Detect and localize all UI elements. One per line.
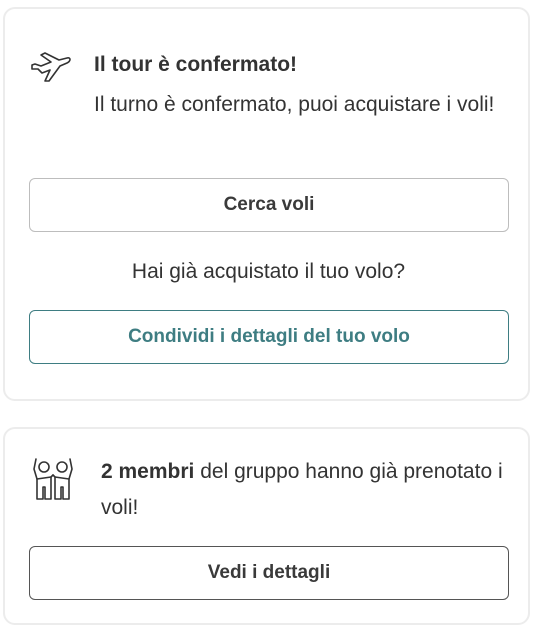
group-members-icon <box>29 453 77 503</box>
members-count: 2 membri <box>101 460 195 483</box>
tour-confirmed-title: Il tour è confermato! <box>94 53 298 76</box>
search-flights-button[interactable]: Cerca voli <box>29 178 509 232</box>
view-details-button[interactable]: Vedi i dettagli <box>29 546 509 600</box>
tour-confirmed-card: Il tour è confermato! Il turno è conferm… <box>3 7 530 401</box>
share-flight-details-button[interactable]: Condividi i dettagli del tuo volo <box>29 310 509 364</box>
already-purchased-question: Hai già acquistato il tuo volo? <box>131 260 406 283</box>
tour-confirmed-message: Il turno è confermato, puoi acquistare i… <box>94 93 495 116</box>
group-members-message: 2 membri del gruppo hanno già prenotato … <box>101 454 521 526</box>
airplane-icon <box>29 49 73 85</box>
group-members-card: 2 membri del gruppo hanno già prenotato … <box>3 427 530 625</box>
